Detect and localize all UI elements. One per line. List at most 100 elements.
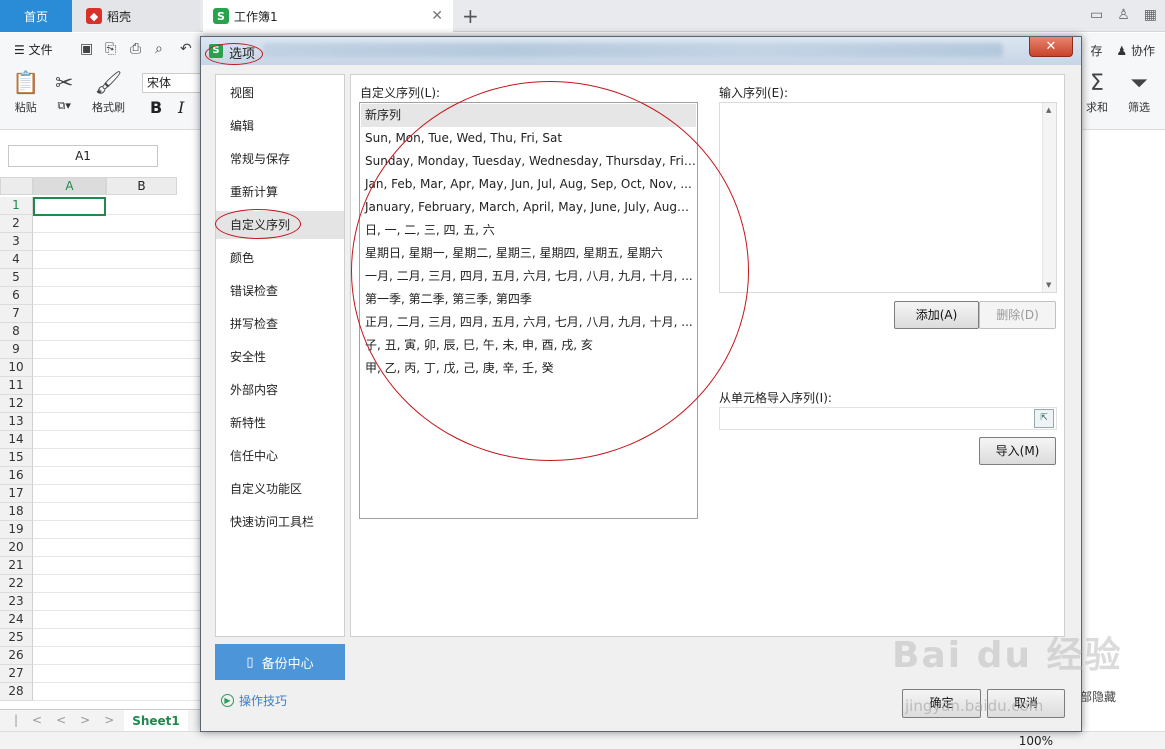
save-menu-label[interactable]: 存 <box>1090 42 1102 59</box>
nav-item[interactable]: 错误检查 <box>216 277 344 305</box>
row-header[interactable]: 2 <box>0 215 33 233</box>
export-icon[interactable]: ⎘ <box>105 41 116 57</box>
grid-row[interactable] <box>33 305 210 323</box>
grid-row[interactable] <box>33 665 210 683</box>
nav-item[interactable]: 编辑 <box>216 112 344 140</box>
grid-row[interactable] <box>33 521 210 539</box>
grid-row[interactable] <box>33 575 210 593</box>
new-tab-button[interactable]: + <box>462 4 479 28</box>
row-header[interactable]: 14 <box>0 431 33 449</box>
nav-item[interactable]: 自定义功能区 <box>216 475 344 503</box>
grid-row[interactable] <box>33 611 210 629</box>
custom-list-item[interactable]: Jan, Feb, Mar, Apr, May, Jun, Jul, Aug, … <box>361 173 696 196</box>
backup-center-button[interactable]: ▯ 备份中心 <box>215 644 345 680</box>
row-header[interactable]: 6 <box>0 287 33 305</box>
preview-icon[interactable]: ⌕ <box>155 41 163 57</box>
custom-list-item[interactable]: 正月, 二月, 三月, 四月, 五月, 六月, 七月, 八月, 九月, 十月, … <box>361 311 696 334</box>
tab-daoke[interactable]: ◆ 稻壳 <box>72 0 200 32</box>
format-painter-button[interactable]: 🖌 格式刷 <box>92 69 125 115</box>
grid-row[interactable] <box>33 377 210 395</box>
nav-item[interactable]: 拼写检查 <box>216 310 344 338</box>
close-tab-icon[interactable]: ✕ <box>431 8 443 24</box>
grid-row[interactable] <box>33 287 210 305</box>
name-box[interactable]: A1 <box>8 145 158 167</box>
custom-list-item[interactable]: January, February, March, April, May, Ju… <box>361 196 696 219</box>
column-header[interactable]: B <box>106 177 177 195</box>
grid-row[interactable] <box>33 467 210 485</box>
bold-button[interactable]: B <box>150 98 162 117</box>
nav-item[interactable]: 颜色 <box>216 244 344 272</box>
row-header[interactable]: 19 <box>0 521 33 539</box>
nav-item[interactable]: 快速访问工具栏 <box>216 508 344 536</box>
sum-button[interactable]: Σ 求和 <box>1086 69 1108 115</box>
nav-item[interactable]: 安全性 <box>216 343 344 371</box>
skin-icon[interactable]: ♙ <box>1117 7 1130 23</box>
row-header[interactable]: 26 <box>0 647 33 665</box>
custom-list-item[interactable]: 日, 一, 二, 三, 四, 五, 六 <box>361 219 696 242</box>
tab-workbook[interactable]: S 工作簿1 ✕ <box>203 0 453 32</box>
nav-item[interactable]: 自定义序列 <box>216 211 344 239</box>
row-header[interactable]: 22 <box>0 575 33 593</box>
grid-row[interactable] <box>33 593 210 611</box>
grid-row[interactable] <box>33 251 210 269</box>
row-header[interactable]: 18 <box>0 503 33 521</box>
sheet-grid[interactable]: A B 1 2 3 4 5 6 7 8 9 10 11 12 13 14 15 16 17 18 19 20 21 22 23 2… <box>0 177 210 707</box>
zoom-level[interactable]: 100% <box>1019 734 1053 748</box>
undo-icon[interactable]: ↶ <box>180 41 192 57</box>
active-cell[interactable] <box>33 197 106 216</box>
custom-list-item[interactable]: 甲, 乙, 丙, 丁, 戊, 己, 庚, 辛, 壬, 癸 <box>361 357 696 380</box>
tips-link[interactable]: ▶ 操作技巧 <box>221 692 287 709</box>
row-header[interactable]: 25 <box>0 629 33 647</box>
input-list-textarea[interactable]: ▲ ▼ <box>719 102 1057 293</box>
file-menu[interactable]: ☰ 文件 <box>14 41 53 58</box>
row-header[interactable]: 4 <box>0 251 33 269</box>
italic-button[interactable]: I <box>178 98 184 117</box>
grid-row[interactable] <box>33 413 210 431</box>
row-header[interactable]: 23 <box>0 593 33 611</box>
row-header[interactable]: 13 <box>0 413 33 431</box>
paste-button[interactable]: 📋 粘贴 <box>12 69 39 115</box>
row-header[interactable]: 1 <box>0 197 33 215</box>
row-header[interactable]: 28 <box>0 683 33 701</box>
row-header[interactable]: 15 <box>0 449 33 467</box>
hide-label[interactable]: 部隐藏 <box>1080 688 1116 705</box>
add-button[interactable]: 添加(A) <box>894 301 979 329</box>
row-header[interactable]: 3 <box>0 233 33 251</box>
custom-list-item[interactable]: 新序列 <box>361 104 696 127</box>
grid-row[interactable] <box>33 485 210 503</box>
sheet-tab-sheet1[interactable]: Sheet1 <box>124 710 188 732</box>
row-header[interactable]: 27 <box>0 665 33 683</box>
custom-list-item[interactable]: 星期日, 星期一, 星期二, 星期三, 星期四, 星期五, 星期六 <box>361 242 696 265</box>
filter-button[interactable]: ⏷ 筛选 <box>1128 69 1150 115</box>
grid-row[interactable] <box>33 341 210 359</box>
row-header[interactable]: 7 <box>0 305 33 323</box>
import-button[interactable]: 导入(M) <box>979 437 1056 465</box>
nav-item[interactable]: 新特性 <box>216 409 344 437</box>
collab-menu[interactable]: ♟ 协作 <box>1116 42 1155 59</box>
custom-list-box[interactable]: 新序列 Sun, Mon, Tue, Wed, Thu, Fri, Sat Sund… <box>359 102 698 519</box>
font-name-select[interactable]: 宋体 <box>142 73 202 93</box>
delete-button[interactable]: 删除(D) <box>979 301 1056 329</box>
dialog-close-button[interactable]: ✕ <box>1029 37 1073 57</box>
row-header[interactable]: 9 <box>0 341 33 359</box>
row-header[interactable]: 16 <box>0 467 33 485</box>
row-header[interactable]: 12 <box>0 395 33 413</box>
grid-row[interactable] <box>33 503 210 521</box>
grid-row[interactable] <box>33 683 210 701</box>
grid-row[interactable] <box>33 269 210 287</box>
copy-icon[interactable]: ⧉▾ <box>58 99 71 113</box>
row-header[interactable]: 5 <box>0 269 33 287</box>
custom-list-item[interactable]: 第一季, 第二季, 第三季, 第四季 <box>361 288 696 311</box>
grid-row[interactable] <box>33 629 210 647</box>
custom-list-item[interactable]: Sun, Mon, Tue, Wed, Thu, Fri, Sat <box>361 127 696 150</box>
scroll-up-icon[interactable]: ▲ <box>1046 106 1051 114</box>
nav-item[interactable]: 重新计算 <box>216 178 344 206</box>
select-all-corner[interactable] <box>0 177 33 195</box>
row-header[interactable]: 10 <box>0 359 33 377</box>
layout-icon[interactable]: ▭ <box>1090 7 1103 23</box>
row-header[interactable]: 17 <box>0 485 33 503</box>
row-header[interactable]: 21 <box>0 557 33 575</box>
nav-item[interactable]: 视图 <box>216 79 344 107</box>
custom-list-item[interactable]: 一月, 二月, 三月, 四月, 五月, 六月, 七月, 八月, 九月, 十月, … <box>361 265 696 288</box>
grid-row[interactable] <box>33 647 210 665</box>
